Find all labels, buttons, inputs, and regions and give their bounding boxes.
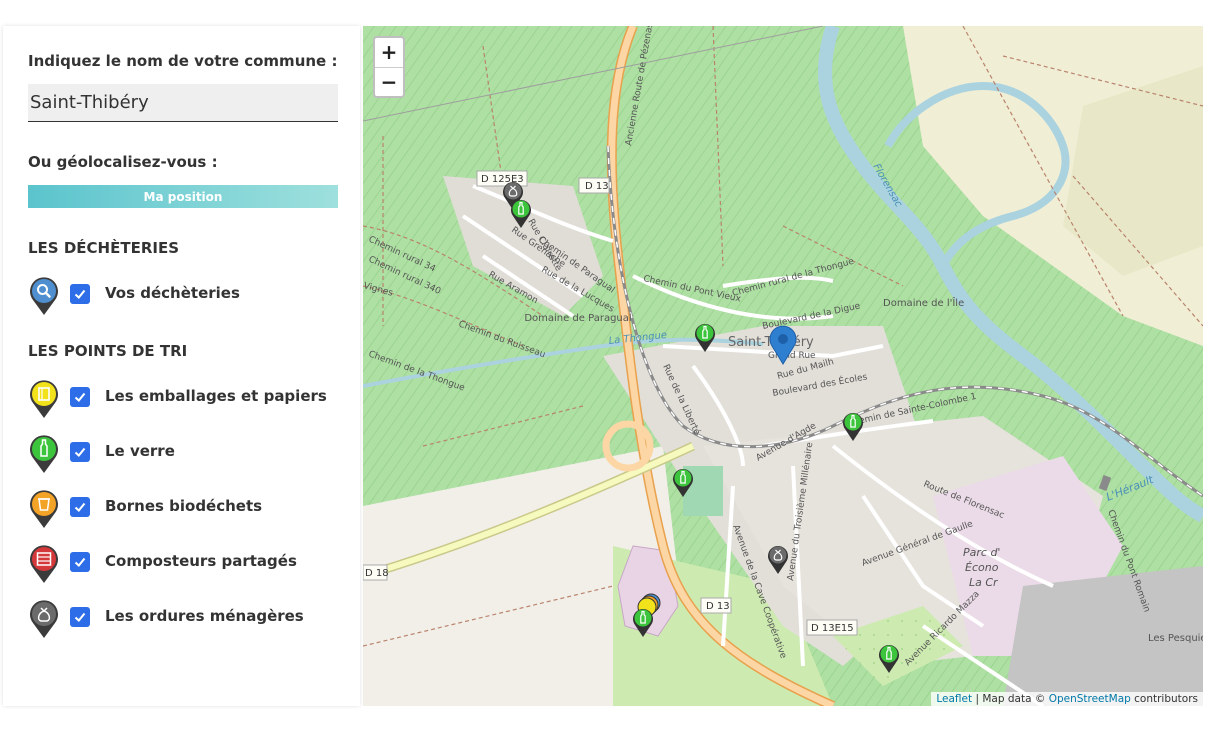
label-parc-eco: Parc d' bbox=[963, 546, 1000, 559]
attribution-text-end: contributors bbox=[1130, 693, 1198, 705]
commune-input[interactable] bbox=[28, 84, 338, 122]
map-view[interactable]: Saint-Thibéry La Thongue L'Hérault Domai… bbox=[363, 26, 1203, 706]
layer-label: Vos déchèteries bbox=[105, 284, 240, 302]
layer-label: Composteurs partagés bbox=[105, 552, 297, 570]
layer-toggle-biodechets[interactable]: Bornes biodéchets bbox=[28, 489, 348, 529]
label-parc-eco-3: La Cr bbox=[969, 576, 999, 589]
section-decheteries-title: LES DÉCHÈTERIES bbox=[28, 239, 179, 257]
zoom-out-button[interactable]: − bbox=[375, 68, 403, 97]
label-dom-ile: Domaine de l'Île bbox=[883, 296, 964, 309]
layer-toggle-verre[interactable]: Le verre bbox=[28, 434, 348, 474]
checkbox-biodechets[interactable] bbox=[70, 497, 90, 517]
zoom-in-button[interactable]: + bbox=[375, 38, 403, 68]
checkbox-verre[interactable] bbox=[70, 442, 90, 462]
zoom-control: + − bbox=[373, 36, 405, 98]
section-points-tri-title: LES POINTS DE TRI bbox=[28, 342, 188, 360]
map-attribution: Leaflet | Map data © OpenStreetMap contr… bbox=[931, 692, 1203, 706]
checkbox-decheteries[interactable] bbox=[70, 284, 90, 304]
filter-panel: Indiquez le nom de votre commune : Ou gé… bbox=[3, 26, 360, 706]
layer-label: Les emballages et papiers bbox=[105, 387, 327, 405]
geolocate-button[interactable]: Ma position bbox=[28, 185, 338, 208]
geoloc-label: Ou géolocalisez-vous : bbox=[28, 153, 218, 171]
checkbox-ordures[interactable] bbox=[70, 607, 90, 627]
layer-label: Bornes biodéchets bbox=[105, 497, 263, 515]
label-dom-paragual: Domaine de Paragual bbox=[524, 313, 631, 324]
shield-d13: D 13 bbox=[585, 181, 609, 192]
package-icon bbox=[30, 380, 58, 418]
bottle-icon bbox=[30, 435, 58, 473]
leaflet-link[interactable]: Leaflet bbox=[936, 693, 972, 705]
layer-label: Les ordures ménagères bbox=[105, 607, 304, 625]
layer-label: Le verre bbox=[105, 442, 175, 460]
label-grand-rue: Grand Rue bbox=[768, 351, 816, 361]
map-tiles[interactable]: Saint-Thibéry La Thongue L'Hérault Domai… bbox=[363, 26, 1203, 706]
osm-link[interactable]: OpenStreetMap bbox=[1049, 693, 1131, 705]
layer-toggle-ordures[interactable]: Les ordures ménagères bbox=[28, 599, 348, 639]
search-icon bbox=[30, 277, 58, 315]
label-les-pesquie: Les Pesquié bbox=[1148, 632, 1203, 644]
layer-toggle-composteurs[interactable]: Composteurs partagés bbox=[28, 544, 348, 584]
attribution-text: | Map data © bbox=[972, 693, 1049, 705]
checkbox-emballages[interactable] bbox=[70, 387, 90, 407]
shield-d18: D 18 bbox=[365, 568, 389, 579]
label-parc-eco-2: Écono bbox=[965, 561, 999, 574]
shield-d13e15: D 13E15 bbox=[811, 623, 854, 634]
composter-icon bbox=[30, 545, 58, 583]
compost-bin-icon bbox=[30, 490, 58, 528]
checkbox-composteurs[interactable] bbox=[70, 552, 90, 572]
layer-toggle-decheteries[interactable]: Vos déchèteries bbox=[28, 276, 348, 316]
trash-bag-icon bbox=[30, 600, 58, 638]
layer-toggle-emballages[interactable]: Les emballages et papiers bbox=[28, 379, 348, 419]
shield-d13b: D 13 bbox=[706, 601, 730, 612]
commune-label: Indiquez le nom de votre commune : bbox=[28, 52, 338, 70]
